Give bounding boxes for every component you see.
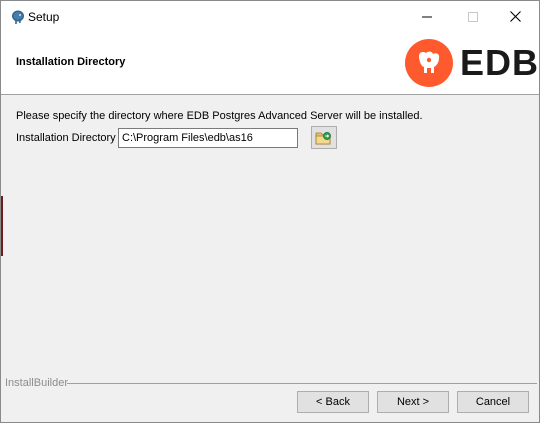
cancel-button[interactable]: Cancel xyxy=(457,391,529,413)
window-title: Setup xyxy=(28,10,60,24)
title-bar[interactable]: Setup xyxy=(1,1,539,32)
back-button[interactable]: < Back xyxy=(297,391,369,413)
close-icon xyxy=(509,11,521,22)
installbuilder-label: InstallBuilder xyxy=(5,377,68,389)
edb-elephant-icon xyxy=(419,51,440,73)
footer-divider xyxy=(67,383,537,384)
window-edge-artifact xyxy=(1,196,3,256)
close-button[interactable] xyxy=(492,1,538,32)
installation-directory-input[interactable] xyxy=(118,128,298,148)
edb-logo-text: EDB xyxy=(460,42,540,83)
maximize-button[interactable] xyxy=(450,1,496,32)
edb-logo-mark xyxy=(405,39,453,87)
setup-window: Setup Installation Directory EDB Please … xyxy=(0,0,540,423)
next-button[interactable]: Next > xyxy=(377,391,449,413)
installation-directory-label: Installation Directory xyxy=(16,132,116,144)
browse-folder-button[interactable] xyxy=(311,126,337,149)
folder-browse-icon xyxy=(315,131,331,144)
page-title: Installation Directory xyxy=(16,56,126,68)
minimize-button[interactable] xyxy=(404,1,450,32)
postgres-elephant-icon xyxy=(10,9,26,25)
page-header: Installation Directory EDB xyxy=(1,32,539,95)
instruction-text: Please specify the directory where EDB P… xyxy=(16,110,423,122)
maximize-icon xyxy=(468,11,478,22)
minimize-icon xyxy=(422,16,432,17)
